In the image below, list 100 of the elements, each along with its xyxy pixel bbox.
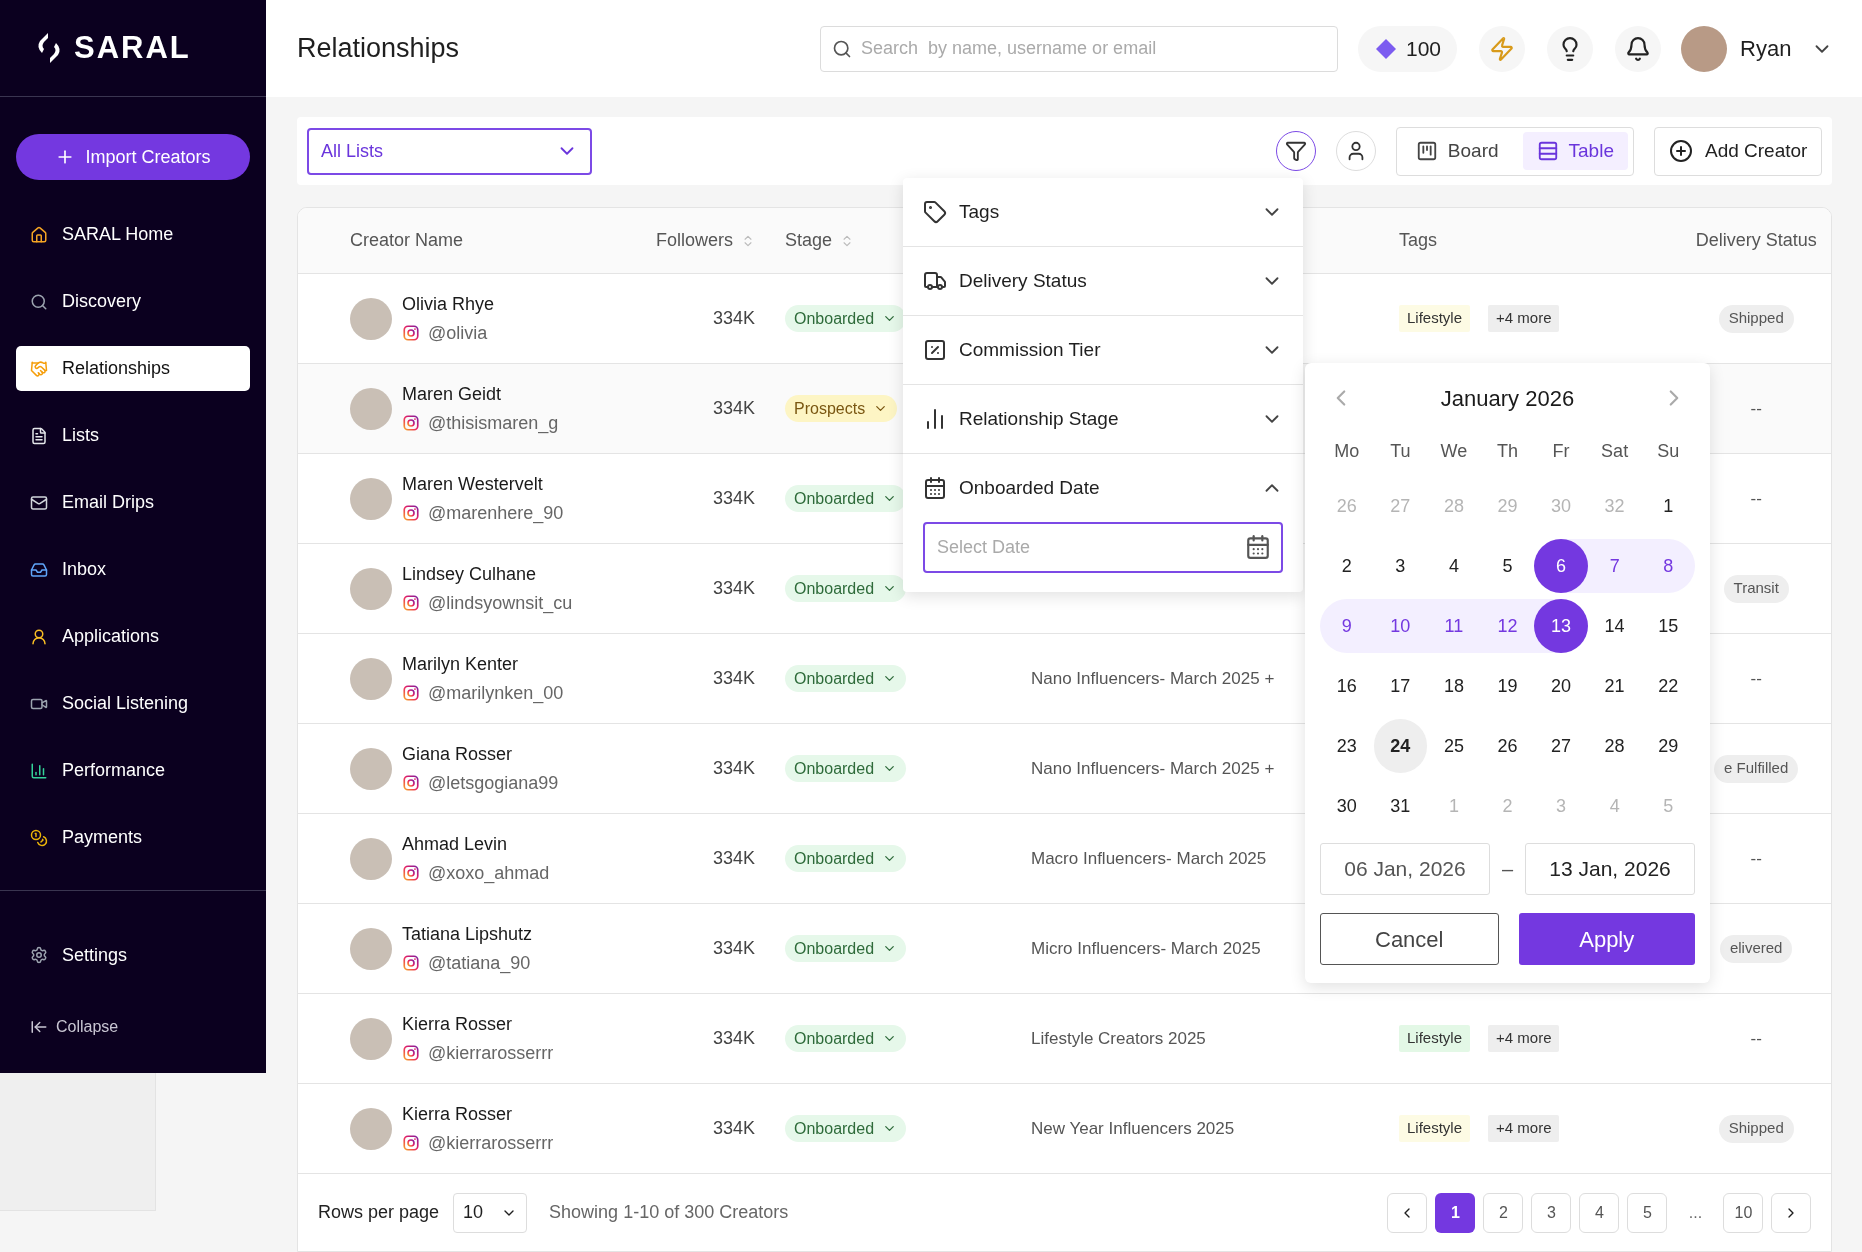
- calendar-day[interactable]: 20: [1534, 659, 1588, 713]
- calendar-day[interactable]: 9: [1320, 599, 1374, 653]
- calendar-day[interactable]: 31: [1373, 779, 1428, 833]
- tag-chip: +4 more: [1488, 1025, 1560, 1052]
- calendar-day[interactable]: 26: [1480, 719, 1535, 773]
- calendar-day[interactable]: 4: [1427, 539, 1481, 593]
- stage-dropdown[interactable]: Onboarded: [785, 755, 907, 782]
- calendar-day[interactable]: 23: [1320, 719, 1374, 773]
- calendar-day[interactable]: 2: [1320, 539, 1374, 593]
- calendar-day[interactable]: 24: [1373, 719, 1428, 773]
- creator-name[interactable]: Giana Rosser: [402, 740, 559, 768]
- filter-section-header[interactable]: Relationship Stage: [903, 385, 1303, 453]
- sidebar-item[interactable]: Settings: [16, 935, 250, 975]
- calendar-day[interactable]: 14: [1587, 599, 1642, 653]
- tag-chip: Lifestyle: [1399, 305, 1471, 332]
- page-button[interactable]: 4: [1579, 1192, 1620, 1233]
- stage-dropdown[interactable]: Onboarded: [785, 1115, 907, 1142]
- creator-name[interactable]: Maren Westervelt: [402, 470, 564, 498]
- calendar-day[interactable]: 8: [1641, 539, 1695, 593]
- page-button[interactable]: 5: [1627, 1192, 1668, 1233]
- creator-name[interactable]: Kierra Rosser: [402, 1100, 554, 1128]
- creator-name[interactable]: Lindsey Culhane: [402, 560, 573, 588]
- column-header[interactable]: Stage: [785, 227, 855, 254]
- creator-handle: @thisismaren_g: [428, 411, 559, 436]
- calendar-day[interactable]: 7: [1587, 539, 1642, 593]
- stage-dropdown[interactable]: Onboarded: [785, 575, 907, 602]
- stage-dropdown[interactable]: Onboarded: [785, 845, 907, 872]
- page-button[interactable]: 3: [1531, 1192, 1572, 1233]
- sidebar-item[interactable]: Relationships: [16, 346, 250, 391]
- calendar-day[interactable]: 1: [1641, 479, 1695, 533]
- filter-section-header[interactable]: Commission Tier: [903, 316, 1303, 384]
- column-header[interactable]: Delivery Status: [1695, 227, 1817, 254]
- truck-icon: [923, 269, 947, 293]
- calendar-day[interactable]: 16: [1320, 659, 1374, 713]
- calendar-day[interactable]: 28: [1587, 719, 1642, 773]
- sidebar-item[interactable]: Lists: [16, 413, 250, 458]
- sidebar-item[interactable]: Payments: [16, 815, 250, 860]
- creator-name[interactable]: Olivia Rhye: [402, 290, 495, 318]
- creator-name[interactable]: Maren Geidt: [402, 380, 559, 408]
- rows-per-page-select[interactable]: 10: [453, 1192, 528, 1233]
- sidebar-item[interactable]: Social Listening: [16, 681, 250, 726]
- credits-badge[interactable]: 100: [1358, 25, 1458, 72]
- page-button[interactable]: 1: [1435, 1192, 1476, 1233]
- end-date-field[interactable]: 13 Jan, 2026: [1525, 843, 1695, 895]
- start-date-field[interactable]: 06 Jan, 2026: [1320, 843, 1490, 895]
- calendar-day[interactable]: 15: [1641, 599, 1695, 653]
- page-button[interactable]: 10: [1723, 1192, 1764, 1233]
- sidebar-item[interactable]: Email Drips: [16, 480, 250, 525]
- add-creator-button[interactable]: Add Creator: [1653, 126, 1823, 176]
- page-button[interactable]: 2: [1483, 1192, 1524, 1233]
- column-header[interactable]: Creator Name: [350, 227, 464, 254]
- stage-dropdown[interactable]: Onboarded: [785, 935, 907, 962]
- creator-name[interactable]: Tatiana Lipshutz: [402, 920, 533, 948]
- stage-dropdown[interactable]: Onboarded: [785, 1025, 907, 1052]
- column-header[interactable]: Tags: [1399, 227, 1438, 254]
- collapse-button[interactable]: Collapse: [16, 1015, 250, 1039]
- stage-dropdown[interactable]: Prospects: [785, 395, 898, 422]
- sidebar-item[interactable]: Performance: [16, 748, 250, 793]
- calendar-day[interactable]: 25: [1427, 719, 1481, 773]
- date-field[interactable]: Select Date: [923, 522, 1283, 573]
- sidebar-item[interactable]: SARAL Home: [16, 212, 250, 257]
- list-name: Macro Influencers- March 2025: [1031, 847, 1267, 870]
- column-header[interactable]: Followers: [655, 227, 755, 254]
- calendar-day[interactable]: 3: [1373, 539, 1428, 593]
- calendar-day[interactable]: 22: [1641, 659, 1695, 713]
- list-select[interactable]: All Lists: [307, 127, 592, 175]
- creator-handle: @letsgogiana99: [428, 771, 559, 795]
- stage-dropdown[interactable]: Onboarded: [785, 665, 907, 692]
- collapse-icon: [30, 1018, 48, 1036]
- cancel-button[interactable]: Cancel: [1320, 913, 1499, 965]
- filter-section-header[interactable]: Tags: [903, 178, 1303, 246]
- creator-name[interactable]: Ahmad Levin: [402, 830, 550, 858]
- calendar-day[interactable]: 13: [1534, 599, 1588, 653]
- calendar-day[interactable]: 17: [1373, 659, 1428, 713]
- creator-name[interactable]: Marilyn Kenter: [402, 650, 564, 678]
- calendar-day[interactable]: 5: [1480, 539, 1535, 593]
- calendar-day[interactable]: 30: [1320, 779, 1374, 833]
- calendar-day[interactable]: 10: [1373, 599, 1428, 653]
- calendar-day[interactable]: 29: [1641, 719, 1695, 773]
- import-creators-button[interactable]: Import Creators: [16, 134, 250, 180]
- followers-count: 334K: [712, 847, 755, 870]
- user-name[interactable]: Ryan: [1740, 32, 1792, 65]
- search-field[interactable]: Search by name, username or email: [820, 25, 1338, 72]
- sidebar-item[interactable]: Applications: [16, 614, 250, 659]
- calendar-day[interactable]: 18: [1427, 659, 1481, 713]
- delivery-status: elivered: [1719, 934, 1793, 963]
- calendar-day[interactable]: 21: [1587, 659, 1642, 713]
- sidebar-item[interactable]: Discovery: [16, 279, 250, 324]
- view-tab[interactable]: Board: [1401, 132, 1513, 170]
- filter-section-header[interactable]: Delivery Status: [903, 247, 1303, 315]
- apply-button[interactable]: Apply: [1518, 913, 1695, 965]
- calendar-day[interactable]: 27: [1534, 719, 1588, 773]
- calendar-day[interactable]: 12: [1480, 599, 1535, 653]
- calendar-day[interactable]: 6: [1534, 539, 1588, 593]
- avatar-placeholder: [350, 927, 392, 970]
- view-tab[interactable]: Table: [1522, 132, 1628, 170]
- creator-name[interactable]: Kierra Rosser: [402, 1010, 554, 1038]
- calendar-day[interactable]: 19: [1480, 659, 1535, 713]
- sidebar-item[interactable]: Inbox: [16, 547, 250, 592]
- calendar-day[interactable]: 11: [1427, 599, 1481, 653]
